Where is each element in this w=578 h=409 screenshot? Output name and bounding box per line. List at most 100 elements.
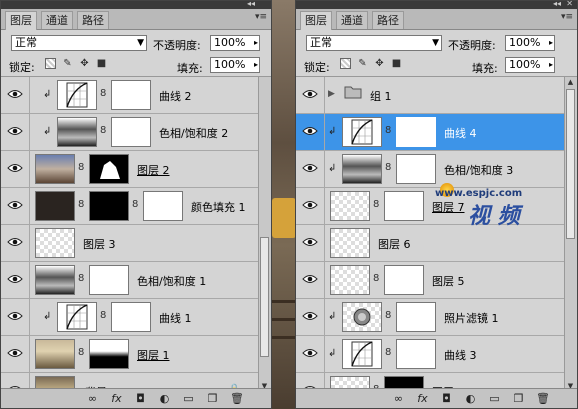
blend-mode-select[interactable]: 正常 ▼ <box>11 35 147 51</box>
folder-icon[interactable]: ▭ <box>182 392 195 405</box>
close-icon[interactable]: ✕ <box>566 0 573 8</box>
lock-pixels-icon[interactable]: ✎ <box>357 58 368 69</box>
layer-row[interactable]: 8 图层 7 <box>296 188 566 225</box>
link-icon[interactable]: 8 <box>78 162 84 173</box>
link-icon[interactable]: 8 <box>385 162 391 173</box>
layer-row[interactable]: 图层 6 <box>296 225 566 262</box>
panel-menu-icon[interactable]: ▾≡ <box>255 12 267 22</box>
layer-mask-thumbnail[interactable] <box>111 117 151 147</box>
layer-mask-thumbnail[interactable] <box>384 191 424 221</box>
tab-channels[interactable]: 通道 <box>336 11 368 29</box>
layer-row[interactable]: ↲ 8 色相/饱和度 3 <box>296 151 566 188</box>
layer-row[interactable]: ↲ 8 曲线 4 <box>296 114 566 151</box>
layer-mask-thumbnail[interactable] <box>89 265 129 295</box>
layer-mask-thumbnail[interactable] <box>384 265 424 295</box>
layer-mask-thumbnail[interactable] <box>111 80 151 110</box>
scrollbar-thumb[interactable] <box>566 89 575 239</box>
lock-position-icon[interactable]: ✥ <box>79 58 90 69</box>
layer-mask-thumbnail[interactable] <box>89 154 129 184</box>
layer-row[interactable]: ↲ 8 照片滤镜 1 <box>296 299 566 336</box>
link-icon[interactable]: 8 <box>78 273 84 284</box>
eye-icon[interactable] <box>302 126 318 136</box>
opacity-input[interactable]: 100% ▸ <box>505 35 555 51</box>
layer-row[interactable]: ↲ 8 色相/饱和度 2 <box>1 114 260 151</box>
layer-mask-thumbnail[interactable] <box>89 339 129 369</box>
eye-icon[interactable] <box>7 237 23 247</box>
layer-row[interactable]: 8 图层 2 <box>1 151 260 188</box>
eye-icon[interactable] <box>7 163 23 173</box>
fx-icon[interactable]: fx <box>110 392 123 405</box>
eye-icon[interactable] <box>302 163 318 173</box>
link-icon[interactable]: ∞ <box>392 392 405 405</box>
link-icon[interactable]: 8 <box>100 125 106 136</box>
lock-all-icon[interactable]: ■ <box>391 58 402 69</box>
layer-row[interactable]: 8 色相/饱和度 1 <box>1 262 260 299</box>
new-layer-icon[interactable]: ❐ <box>512 392 525 405</box>
eye-icon[interactable] <box>7 200 23 210</box>
link-icon[interactable]: 8 <box>78 199 84 210</box>
mask-icon[interactable]: ◘ <box>440 392 453 405</box>
adjustment-icon[interactable]: ◐ <box>464 392 477 405</box>
collapse-icon[interactable]: ◂◂ <box>553 0 561 8</box>
eye-icon[interactable] <box>302 348 318 358</box>
layer-mask-thumbnail[interactable] <box>396 339 436 369</box>
layer-row[interactable]: ↲ 8 曲线 2 <box>1 77 260 114</box>
fill-input[interactable]: 100% ▸ <box>505 57 555 73</box>
lock-transparency-icon[interactable] <box>45 58 56 69</box>
mask-icon[interactable]: ◘ <box>134 392 147 405</box>
layer-row[interactable]: ↲ 8 曲线 1 <box>1 299 260 336</box>
link-icon[interactable]: 8 <box>132 199 138 210</box>
lock-transparency-icon[interactable] <box>340 58 351 69</box>
tab-layers[interactable]: 图层 <box>5 11 37 30</box>
layer-mask-thumbnail[interactable] <box>396 154 436 184</box>
eye-icon[interactable] <box>7 126 23 136</box>
eye-icon[interactable] <box>302 237 318 247</box>
scroll-up-icon[interactable]: ▲ <box>566 77 575 87</box>
layer-mask-thumbnail[interactable] <box>89 191 129 221</box>
layer-row[interactable]: ↲ 8 曲线 3 <box>296 336 566 373</box>
link-icon[interactable]: 8 <box>100 310 106 321</box>
fill-input[interactable]: 100% ▸ <box>210 57 260 73</box>
vector-mask-thumbnail[interactable] <box>143 191 183 221</box>
layer-row[interactable]: 8 图层 1 <box>1 336 260 373</box>
layer-row[interactable]: 8 8 颜色填充 1 <box>1 188 260 225</box>
adjustment-icon[interactable]: ◐ <box>158 392 171 405</box>
eye-icon[interactable] <box>7 274 23 284</box>
eye-icon[interactable] <box>302 89 318 99</box>
blend-mode-select[interactable]: 正常 ▼ <box>306 35 442 51</box>
link-icon[interactable]: ∞ <box>86 392 99 405</box>
tab-layers[interactable]: 图层 <box>300 11 332 30</box>
layer-mask-thumbnail[interactable] <box>396 117 436 147</box>
layer-row[interactable]: 图层 3 <box>1 225 260 262</box>
link-icon[interactable]: 8 <box>373 199 379 210</box>
layer-mask-thumbnail[interactable] <box>396 302 436 332</box>
link-icon[interactable]: 8 <box>100 88 106 99</box>
link-icon[interactable]: 8 <box>78 347 84 358</box>
tab-paths[interactable]: 路径 <box>77 11 109 29</box>
folder-icon[interactable]: ▭ <box>488 392 501 405</box>
link-icon[interactable]: 8 <box>385 310 391 321</box>
scrollbar-thumb[interactable] <box>260 237 269 357</box>
link-icon[interactable]: 8 <box>385 347 391 358</box>
opacity-input[interactable]: 100% ▸ <box>210 35 260 51</box>
trash-icon[interactable]: 🗑 <box>536 392 550 405</box>
collapse-icon[interactable]: ◂◂ <box>247 0 255 8</box>
eye-icon[interactable] <box>302 311 318 321</box>
lock-all-icon[interactable]: ■ <box>96 58 107 69</box>
link-icon[interactable]: 8 <box>385 125 391 136</box>
layer-mask-thumbnail[interactable] <box>111 302 151 332</box>
tab-paths[interactable]: 路径 <box>372 11 404 29</box>
lock-position-icon[interactable]: ✥ <box>374 58 385 69</box>
layer-scrollbar[interactable]: ▼ <box>258 77 271 391</box>
eye-icon[interactable] <box>7 311 23 321</box>
expand-triangle-icon[interactable]: ▶ <box>328 89 335 99</box>
fx-icon[interactable]: fx <box>416 392 429 405</box>
tab-channels[interactable]: 通道 <box>41 11 73 29</box>
eye-icon[interactable] <box>302 274 318 284</box>
layer-row[interactable]: 8 图层 5 <box>296 262 566 299</box>
layer-scrollbar[interactable]: ▲ ▼ <box>564 77 577 391</box>
eye-icon[interactable] <box>302 200 318 210</box>
lock-pixels-icon[interactable]: ✎ <box>62 58 73 69</box>
layer-row[interactable]: ▶ 组 1 <box>296 77 566 114</box>
eye-icon[interactable] <box>7 89 23 99</box>
